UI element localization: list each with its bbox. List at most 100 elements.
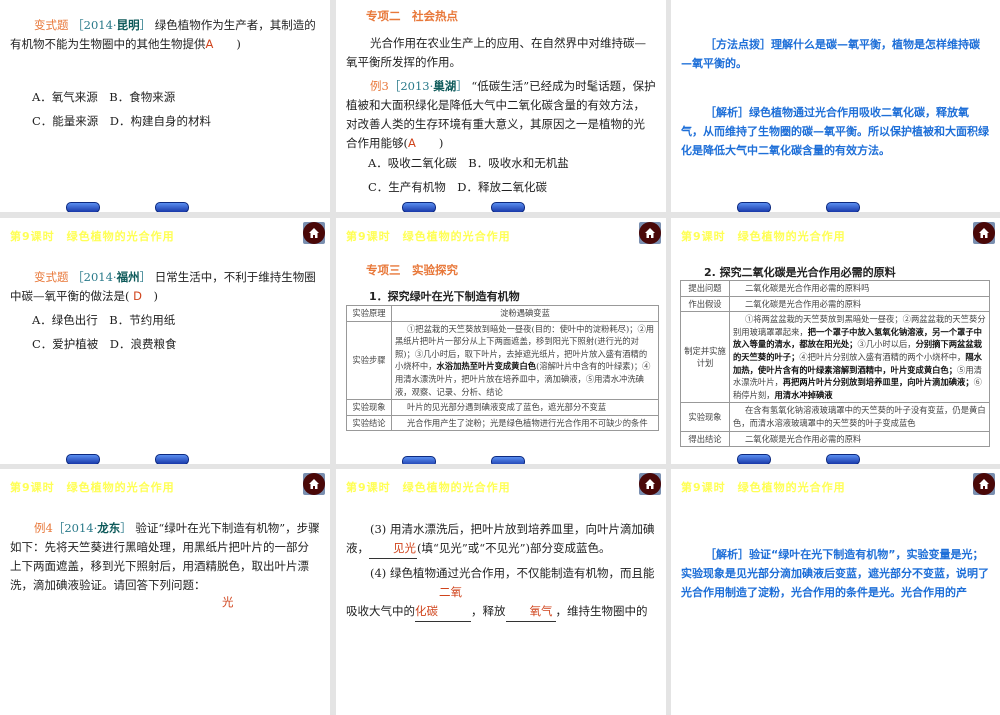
lesson-title: 第9课时 绿色植物的光合作用 xyxy=(681,481,846,494)
slide-9: 第9课时 绿色植物的光合作用 ［解析］验证“绿叶在光下制造有机物”，实验变量是光… xyxy=(671,469,1000,715)
analysis-text: ［解析］绿色植物通过光合作用吸收二氧化碳，释放氧气，从而维持了生物圈的碳—氧平衡… xyxy=(681,106,989,157)
source-suffix: ］ xyxy=(139,18,152,32)
analysis-text: ［解析］验证“绿叶在光下制造有机物”，实验变量是光；实验现象是见光部分滴加碘液后… xyxy=(681,548,989,599)
lesson-title: 第9课时 绿色植物的光合作用 xyxy=(681,230,846,243)
options-cd: C．能量来源 D．构建自身的材料 xyxy=(32,114,212,128)
table-row: 实验结论 光合作用产生了淀粉；光是绿色植物进行光合作用不可缺少的条件 xyxy=(346,414,659,432)
table-row: 实验现象 在含有氢氧化钠溶液玻璃罩中的天竺葵的叶子没有变蓝，仍是黄白色，而清水溶液… xyxy=(680,402,990,432)
nav-prev-button[interactable] xyxy=(402,202,436,212)
slide-2: 专项二 社会热点 光合作用在农业生产上的应用、在自然界中对维持碳—氧平衡所发挥的… xyxy=(336,0,666,212)
row-value: ①把盆栽的天竺葵放到暗处一昼夜(目的：使叶中的淀粉耗尽)；②用黑纸片把叶片一部分… xyxy=(391,320,659,401)
row-label: 实验现象 xyxy=(346,399,392,416)
section-title: 专项二 社会热点 xyxy=(366,9,458,23)
home-button[interactable] xyxy=(639,222,661,244)
nav-next-button[interactable] xyxy=(826,454,860,464)
experiment-title: 1．探究绿叶在光下制造有机物 xyxy=(369,290,520,303)
question-end: ) xyxy=(213,37,241,51)
answer-blank: 见光 xyxy=(369,539,417,559)
question-text: 变式题 ［2014·福州］ 日常生活中，不利于维持生物圈中碳—氧平衡的做法是( … xyxy=(10,268,320,306)
table-row: 制定并实施计划 ①将两盆盆栽的天竺葵放到黑暗处一昼夜；②两盆盆栽的天竺葵分别用玻璃… xyxy=(680,311,990,404)
slide-8: 第9课时 绿色植物的光合作用 (3) 用清水漂洗后，把叶片放到培养皿里，向叶片滴… xyxy=(336,469,666,715)
source-prefix: ［2013· xyxy=(388,79,434,93)
nav-prev-button[interactable] xyxy=(66,454,100,464)
lesson-title: 第9课时 绿色植物的光合作用 xyxy=(346,230,511,243)
source-suffix: ］ xyxy=(120,521,132,535)
section-title: 专项三 实验探究 xyxy=(366,263,458,277)
experiment-table: 提出问题 二氧化碳是光合作用必需的原料吗 作出假设 二氧化碳是光合作用必需的原料 制… xyxy=(680,280,990,448)
table-row: 提出问题 二氧化碳是光合作用必需的原料吗 xyxy=(680,280,990,297)
question-text: 变式题 ［2014·昆明］ 绿色植物作为生产者，其制造的有机物不能为生物圈中的其… xyxy=(10,16,320,54)
row-label: 作出假设 xyxy=(680,295,730,313)
question-3: (3) 用清水漂洗后，把叶片放到培养皿里，向叶片滴加碘液， 见光(填“见光”或“不… xyxy=(346,520,656,559)
home-button[interactable] xyxy=(639,473,661,495)
experiment-table: 实验原理 淀粉遇碘变蓝 实验步骤 ①把盆栽的天竺葵放到暗处一昼夜(目的：使叶中的淀粉… xyxy=(346,305,659,432)
question-tag: 变式题 xyxy=(34,18,69,32)
home-button[interactable] xyxy=(303,222,325,244)
row-label: 得出结论 xyxy=(680,430,730,448)
method-tip: ［方法点拨］理解什么是碳—氧平衡，植物是怎样维持碳—氧平衡的。 xyxy=(681,38,980,70)
table-row: 作出假设 二氧化碳是光合作用必需的原料 xyxy=(680,295,990,313)
nav-next-button[interactable] xyxy=(155,454,189,464)
row-label: 实验结论 xyxy=(346,414,392,432)
table-row: 实验现象 叶片的见光部分遇到碘液变成了蓝色，遮光部分不变蓝 xyxy=(346,399,659,416)
answer-mark: A xyxy=(408,136,416,150)
source-prefix: ［2014· xyxy=(52,521,98,535)
answer-blank: 氧气 xyxy=(505,602,556,622)
source-suffix: ］ xyxy=(139,270,152,284)
nav-next-button[interactable] xyxy=(155,202,189,212)
row-label: 制定并实施计划 xyxy=(680,311,730,404)
options-cd: C．爱护植被 D．浪费粮食 xyxy=(32,337,177,351)
step-bold-text: 再把两片叶片分别放到培养皿里，向叶片滴加碘液； xyxy=(782,377,974,388)
row-value: 二氧化碳是光合作用必需的原料吗 xyxy=(729,280,990,297)
nav-prev-button[interactable] xyxy=(402,456,436,464)
slide-7: 第9课时 绿色植物的光合作用 例4［2014·龙东］ 验证“绿叶在光下制造有机物… xyxy=(0,469,330,715)
source-suffix: ］ xyxy=(456,79,468,93)
row-value: 二氧化碳是光合作用必需的原料 xyxy=(729,295,990,313)
row-label: 实验步骤 xyxy=(346,320,392,401)
home-button[interactable] xyxy=(973,473,995,495)
row-value: 淀粉遇碘变蓝 xyxy=(391,305,659,322)
row-label: 提出问题 xyxy=(680,280,730,297)
row-value: 光合作用产生了淀粉；光是绿色植物进行光合作用不可缺少的条件 xyxy=(391,414,659,432)
home-icon xyxy=(639,222,661,244)
slide-6: 第9课时 绿色植物的光合作用 2. 探究二氧化碳是光合作用必需的原料 提出问题二… xyxy=(671,218,1000,464)
home-icon xyxy=(973,473,995,495)
answer-blank: 二氧化碳 xyxy=(415,583,471,622)
step-bold-text: 水浴加热至叶片变成黄白色 xyxy=(436,361,537,372)
question-text: 例3［2013·巢湖］ “低碳生活”已经成为时髦话题，保护植被和大面积绿化是降低… xyxy=(346,77,656,153)
options-ab: A．绿色出行 B．节约用纸 xyxy=(32,313,176,327)
table-row: 实验原理 淀粉遇碘变蓝 xyxy=(346,305,659,322)
slide-3: ［方法点拨］理解什么是碳—氧平衡，植物是怎样维持碳—氧平衡的。 ［解析］绿色植物… xyxy=(671,0,1000,212)
nav-next-button[interactable] xyxy=(491,456,525,464)
table-row: 实验步骤 ①把盆栽的天竺葵放到暗处一昼夜(目的：使叶中的淀粉耗尽)；②用黑纸片把叶… xyxy=(346,320,659,401)
nav-next-button[interactable] xyxy=(826,202,860,212)
source-place: 福州 xyxy=(116,270,140,284)
options-ab: A．氧气来源 B．食物来源 xyxy=(32,90,176,104)
lesson-title: 第9课时 绿色植物的光合作用 xyxy=(10,481,175,494)
source-prefix: ［2014· xyxy=(72,270,117,284)
row-value: 二氧化碳是光合作用必需的原料 xyxy=(729,430,990,448)
slide-5: 第9课时 绿色植物的光合作用 专项三 实验探究 1．探究绿叶在光下制造有机物 实… xyxy=(336,218,666,464)
nav-next-button[interactable] xyxy=(491,202,525,212)
intro-text: 光合作用在农业生产上的应用、在自然界中对维持碳—氧平衡所发挥的作用。 xyxy=(346,36,646,69)
nav-prev-button[interactable] xyxy=(66,202,100,212)
home-button[interactable] xyxy=(303,473,325,495)
nav-prev-button[interactable] xyxy=(737,202,771,212)
question-text: ，维持生物圈中的 xyxy=(555,604,648,618)
answer-mark: 光 xyxy=(222,595,234,609)
source-place: 昆明 xyxy=(116,18,140,32)
question-text: (填“见光”或“不见光”)部分变成蓝色。 xyxy=(417,541,611,555)
source-place: 龙东 xyxy=(97,521,121,535)
nav-prev-button[interactable] xyxy=(737,454,771,464)
home-button[interactable] xyxy=(973,222,995,244)
home-icon xyxy=(639,473,661,495)
home-icon xyxy=(303,222,325,244)
question-tag: 变式题 xyxy=(34,270,69,284)
question-tag: 例4 xyxy=(34,521,53,535)
step-text: ③几小时以后， xyxy=(857,339,916,350)
source-place: 巢湖 xyxy=(433,79,457,93)
question-text: ，释放 xyxy=(471,604,506,618)
question-end: ) xyxy=(142,289,159,303)
row-value: 在含有氢氧化钠溶液玻璃罩中的天竺葵的叶子没有变蓝，仍是黄白色，而清水溶液玻璃罩中… xyxy=(729,402,990,432)
answer-mark: D xyxy=(133,289,143,303)
